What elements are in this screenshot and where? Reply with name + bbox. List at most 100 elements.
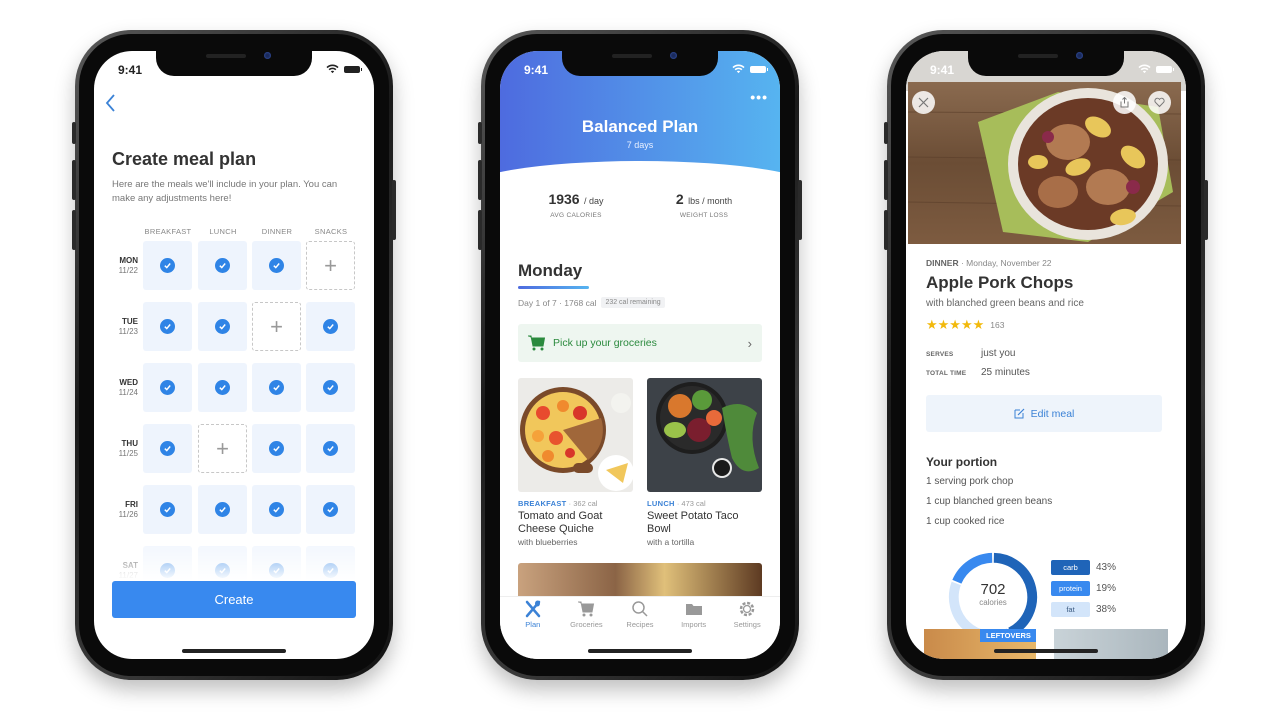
wifi-icon <box>326 64 339 74</box>
meal-slot-selected[interactable] <box>252 363 301 412</box>
power-button <box>392 180 396 240</box>
more-options-button[interactable]: ••• <box>750 89 768 105</box>
donut-label: 702 calories <box>944 581 1042 607</box>
meal-slot-selected[interactable] <box>198 363 247 412</box>
meal-slot-selected[interactable] <box>252 424 301 473</box>
day-date: 11/23 <box>118 327 138 336</box>
serves-row: SERVES just you <box>926 348 1015 359</box>
calorie-total: 702 <box>980 581 1006 598</box>
heart-icon <box>1154 97 1165 108</box>
meal-slot-add[interactable]: + <box>198 424 247 473</box>
stat-value: 2 <box>675 191 684 207</box>
stat-avg-calories: 1936 / day AVG CALORIES <box>516 191 636 219</box>
status-time: 9:41 <box>118 63 143 77</box>
day-label: MON 11/22 <box>102 256 138 276</box>
meal-slot-selected[interactable] <box>198 485 247 534</box>
check-circle-icon <box>323 380 338 395</box>
check-circle-icon <box>323 319 338 334</box>
meal-slot-selected[interactable] <box>252 241 301 290</box>
plan-duration: 7 days <box>626 140 654 150</box>
stat-label: WEIGHT LOSS <box>679 212 729 219</box>
stat-label: AVG CALORIES <box>550 212 602 219</box>
check-circle-icon <box>269 441 284 456</box>
meal-slot-selected[interactable] <box>252 485 301 534</box>
day-label: WED 11/24 <box>102 378 138 398</box>
meal-slot-selected[interactable] <box>143 241 192 290</box>
check-circle-icon <box>215 319 230 334</box>
back-button[interactable] <box>104 93 116 119</box>
meal-card-lunch[interactable]: LUNCH · 473 cal Sweet Potato Taco Bowl w… <box>647 378 762 547</box>
macro-row-protein: protein 19% <box>1051 581 1116 596</box>
cart-icon <box>578 601 595 617</box>
meal-slot-selected[interactable] <box>306 424 355 473</box>
grocery-banner[interactable]: Pick up your groceries › <box>518 324 762 362</box>
notch <box>968 51 1124 76</box>
meal-slot-selected[interactable] <box>143 424 192 473</box>
day-underline <box>518 286 589 289</box>
rating: ★★★★★ 163 <box>926 317 1004 333</box>
chevron-left-icon <box>105 94 115 112</box>
column-header: LUNCH <box>209 227 237 236</box>
ellipsis-icon: ••• <box>750 89 768 105</box>
favorite-button[interactable] <box>1148 91 1171 114</box>
meal-slot-selected[interactable] <box>198 302 247 351</box>
meal-slot-selected[interactable] <box>198 241 247 290</box>
meal-slot-selected[interactable] <box>143 485 192 534</box>
folder-icon <box>685 604 702 615</box>
day-label: THU 11/25 <box>102 439 138 459</box>
check-circle-icon <box>215 258 230 273</box>
meal-slot-add[interactable]: + <box>252 302 301 351</box>
volume-up-button <box>884 160 888 200</box>
portion-item: 1 cup blanched green beans <box>926 496 1053 507</box>
calorie-unit: calories <box>979 598 1007 607</box>
macro-percent: 43% <box>1096 562 1117 573</box>
macro-chip: fat <box>1051 602 1090 617</box>
tab-settings[interactable]: Settings <box>722 600 772 659</box>
calories-remaining-badge: 232 cal remaining <box>601 297 665 308</box>
create-button[interactable]: Create <box>112 581 356 618</box>
mute-switch <box>884 122 888 144</box>
home-indicator <box>182 649 286 653</box>
tab-plan[interactable]: Plan <box>508 600 558 659</box>
tab-label: Imports <box>681 620 707 629</box>
mute-switch <box>72 122 76 144</box>
meal-slot-selected[interactable] <box>143 363 192 412</box>
meal-slot-selected[interactable] <box>306 485 355 534</box>
meal-type: BREAKFAST <box>518 499 567 508</box>
check-circle-icon <box>269 258 284 273</box>
macro-chip: protein <box>1051 581 1090 596</box>
day-date: 11/22 <box>118 266 138 275</box>
volume-down-button <box>478 210 482 250</box>
macro-percent: 38% <box>1096 604 1117 615</box>
tab-label: Settings <box>733 620 761 629</box>
phone-create-meal-plan: 9:41 Create meal plan Here are the meals… <box>72 30 396 680</box>
star-rating-icon: ★★★★★ <box>926 317 985 332</box>
mute-switch <box>478 122 482 144</box>
stat-unit: lbs / month <box>688 196 733 206</box>
meal-slot-selected[interactable] <box>306 363 355 412</box>
edit-meal-button[interactable]: Edit meal <box>926 395 1162 432</box>
edit-meal-label: Edit meal <box>1030 407 1075 420</box>
meal-calories: · 362 cal <box>568 499 598 508</box>
status-time: 9:41 <box>930 63 955 77</box>
stat-unit: / day <box>584 196 604 206</box>
meal-slot-selected[interactable] <box>143 302 192 351</box>
meal-name: Sweet Potato Taco Bowl <box>647 510 739 535</box>
day-name: FRI <box>125 500 138 509</box>
day-calories: Day 1 of 7 · 1768 cal <box>518 297 597 308</box>
volume-down-button <box>72 210 76 250</box>
share-button[interactable] <box>1113 91 1136 114</box>
plus-icon: + <box>216 435 229 461</box>
screen: 9:41 DINNER · Monday, November 22 Apple … <box>906 51 1186 659</box>
tab-label: Recipes <box>626 620 654 629</box>
close-button[interactable] <box>912 91 935 114</box>
taco-bowl-image <box>647 378 762 492</box>
meal-side: with a tortilla <box>647 537 695 547</box>
meal-slot-selected[interactable] <box>306 302 355 351</box>
status-time: 9:41 <box>524 63 549 77</box>
gear-icon <box>739 601 755 617</box>
stat-value: 1936 <box>548 191 580 207</box>
notch <box>562 51 718 76</box>
meal-slot-add[interactable]: + <box>306 241 355 290</box>
meal-card-breakfast[interactable]: BREAKFAST · 362 cal Tomato and Goat Chee… <box>518 378 633 547</box>
